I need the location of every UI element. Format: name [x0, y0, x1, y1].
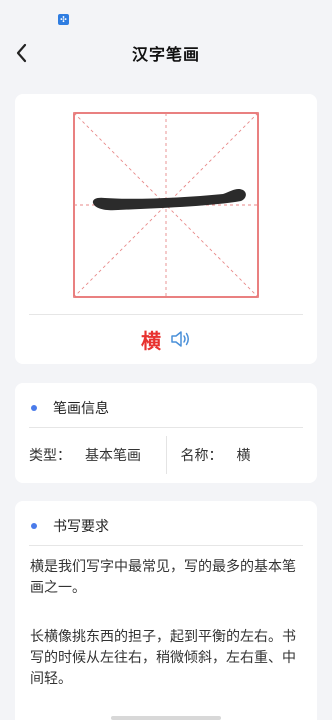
- bullet-dot: [31, 523, 37, 529]
- chevron-left-icon[interactable]: [10, 40, 36, 66]
- card-title: 笔画信息: [53, 401, 109, 417]
- divider: [29, 427, 303, 428]
- stroke-heng-shape: [92, 188, 246, 211]
- requirement-paragraph-2: 长横像挑东西的担子，起到平衡的左右。书写的时候从左往右，稍微倾斜，左右重、中间轻…: [30, 629, 296, 687]
- app-notification-icon: ✣: [58, 14, 69, 25]
- requirement-paragraph-1: 横是我们写字中最常见，写的最多的基本笔画之一。: [30, 559, 296, 596]
- stroke-grid: [73, 112, 259, 298]
- type-label: 类型：: [29, 448, 71, 464]
- card-header: 笔画信息: [29, 397, 303, 419]
- writing-requirements-card: 书写要求 横是我们写字中最常见，写的最多的基本笔画之一。 长横像挑东西的担子，起…: [15, 501, 317, 720]
- name-label: 名称：: [180, 448, 223, 464]
- stroke-info-card: 笔画信息 类型： 基本笔画 名称： 横: [15, 383, 317, 483]
- divider: [29, 545, 303, 546]
- page-title: 汉字笔画: [131, 45, 200, 64]
- status-bar: ✣: [0, 0, 332, 34]
- speaker-icon[interactable]: [169, 328, 191, 350]
- name-cell: 名称： 横: [167, 445, 318, 465]
- info-row: 类型： 基本笔画 名称： 横: [15, 435, 317, 475]
- home-indicator: [111, 716, 221, 720]
- divider: [29, 314, 303, 315]
- card-header: 书写要求: [29, 515, 303, 537]
- character-row: 横: [15, 326, 317, 353]
- card-title: 书写要求: [53, 519, 109, 535]
- stroke-card: 横: [15, 94, 317, 364]
- name-value: 横: [236, 448, 251, 464]
- type-cell: 类型： 基本笔画: [15, 445, 166, 465]
- type-value: 基本笔画: [85, 448, 141, 464]
- nav-bar: 汉字笔画: [0, 34, 332, 72]
- stroke-character: 横: [141, 328, 161, 353]
- bullet-dot: [31, 405, 37, 411]
